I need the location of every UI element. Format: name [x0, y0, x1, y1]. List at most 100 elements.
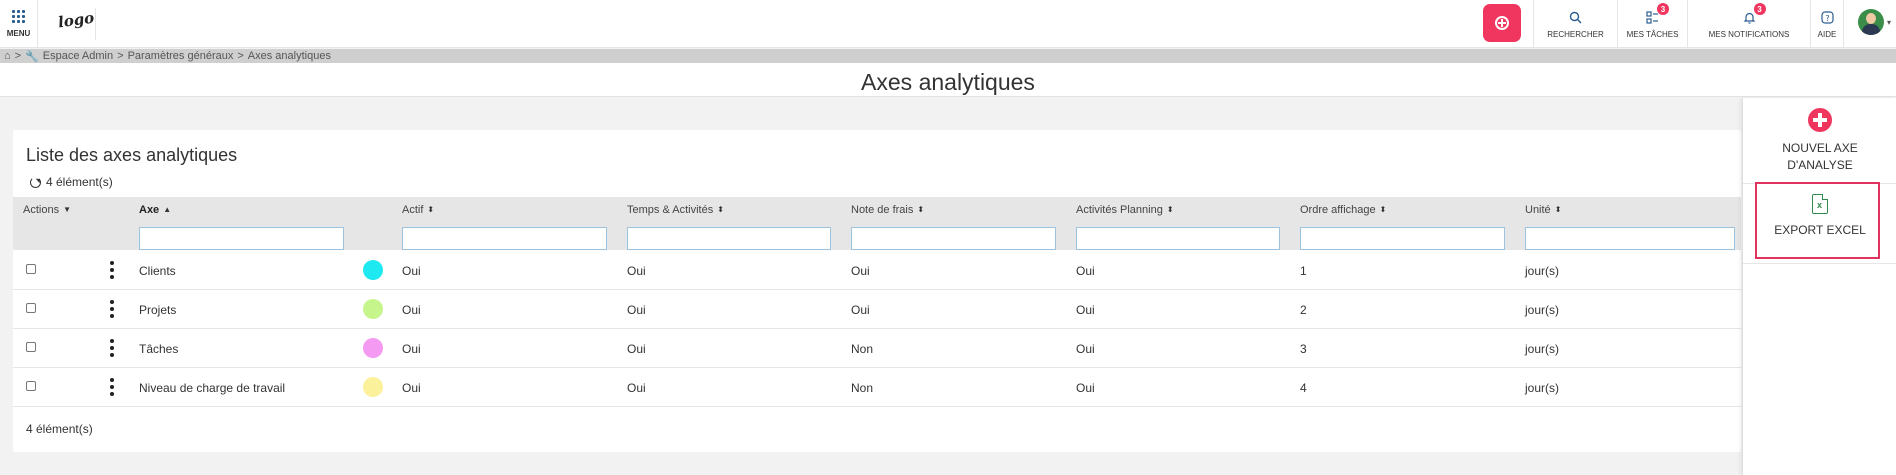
column-header-actif[interactable]: Actif ⬍ [402, 204, 434, 216]
top-bar: MENU logo RECHERCHER 3 MES TÂCHES 3 MES … [0, 0, 1896, 48]
divider [95, 8, 96, 40]
export-excel-label: EXPORT EXCEL [1774, 223, 1866, 237]
color-swatch [363, 377, 383, 397]
divider [1743, 263, 1896, 264]
avatar[interactable] [1858, 9, 1884, 35]
cell-axe: Niveau de charge de travail [139, 381, 286, 395]
home-icon[interactable]: ⌂ [4, 50, 11, 62]
column-header-axe[interactable]: Axe ▲ [139, 204, 171, 216]
plus-circle-icon [1808, 108, 1832, 132]
list-card: Liste des axes analytiques 4 élément(s) … [13, 130, 1741, 452]
new-axis-label: NOUVEL AXE D'ANALYSE [1782, 141, 1858, 172]
list-title: Liste des axes analytiques [26, 145, 238, 165]
cell-actif: Oui [402, 264, 421, 278]
color-swatch [363, 338, 383, 358]
table-row: Tâches Oui Oui Non Oui 3 jour(s) [13, 329, 1741, 368]
breadcrumb-item-admin[interactable]: Espace Admin [43, 50, 113, 62]
breadcrumb: ⌂ > 🔧 Espace Admin > Paramètres généraux… [0, 49, 1896, 63]
kebab-menu-icon[interactable] [109, 339, 115, 357]
my-notifications-button[interactable]: 3 MES NOTIFICATIONS [1687, 0, 1810, 48]
column-header-unite[interactable]: Unité ⬍ [1525, 204, 1561, 216]
title-band: Axes analytiques [0, 63, 1896, 97]
tasks-label: MES TÂCHES [1626, 30, 1679, 39]
column-header-frais[interactable]: Note de frais ⬍ [851, 204, 924, 216]
column-header-planning[interactable]: Activités Planning ⬍ [1076, 204, 1174, 216]
help-icon: ? [1820, 9, 1834, 25]
color-swatch [363, 260, 383, 280]
search-button[interactable]: RECHERCHER [1533, 0, 1617, 48]
column-header-temps[interactable]: Temps & Activités ⬍ [627, 204, 724, 216]
breadcrumb-item-current: Axes analytiques [247, 50, 331, 62]
table-header: Actions ▼ Axe ▲ Actif ⬍ Temps & Activités ⬍ … [13, 197, 1741, 250]
cell-temps: Oui [627, 264, 646, 278]
menu-button[interactable]: MENU [0, 0, 38, 48]
new-axis-button[interactable]: NOUVEL AXE D'ANALYSE [1743, 108, 1896, 174]
cell-planning: Oui [1076, 303, 1095, 317]
cell-planning: Oui [1076, 264, 1095, 278]
cell-planning: Oui [1076, 342, 1095, 356]
row-checkbox[interactable] [26, 303, 36, 313]
plus-circle-icon [1495, 16, 1509, 30]
cell-axe: Tâches [139, 342, 179, 356]
filter-unite-input[interactable] [1525, 227, 1735, 250]
sort-icon: ⬍ [427, 205, 435, 214]
tasks-icon: 3 [1646, 3, 1669, 25]
kebab-menu-icon[interactable] [109, 300, 115, 318]
breadcrumb-item-settings[interactable]: Paramètres généraux [128, 50, 234, 62]
filter-actif-input[interactable] [402, 227, 607, 250]
cell-actif: Oui [402, 303, 421, 317]
filter-ordre-input[interactable] [1300, 227, 1505, 250]
cell-axe: Clients [139, 264, 176, 278]
column-header-ordre[interactable]: Ordre affichage ⬍ [1300, 204, 1386, 216]
filter-temps-input[interactable] [627, 227, 831, 250]
cell-ordre: 3 [1300, 342, 1307, 356]
cell-actif: Oui [402, 381, 421, 395]
help-button[interactable]: ? AIDE [1810, 0, 1844, 48]
filter-axe-input[interactable] [139, 227, 344, 250]
cell-temps: Oui [627, 381, 646, 395]
cell-unite: jour(s) [1525, 342, 1560, 356]
refresh-button[interactable]: 4 élément(s) [30, 175, 113, 189]
column-header-actions[interactable]: Actions ▼ [23, 204, 71, 216]
sort-icon: ⬍ [917, 205, 925, 214]
kebab-menu-icon[interactable] [109, 261, 115, 279]
page-title: Axes analytiques [861, 69, 1035, 95]
wrench-icon: 🔧 [25, 50, 39, 63]
cell-axe: Projets [139, 303, 177, 317]
row-checkbox[interactable] [26, 342, 36, 352]
search-icon [1569, 9, 1582, 25]
svg-text:?: ? [1825, 14, 1829, 23]
sort-icon: ⬍ [1379, 205, 1387, 214]
search-label: RECHERCHER [1547, 30, 1604, 39]
cell-unite: jour(s) [1525, 381, 1560, 395]
row-checkbox[interactable] [26, 264, 36, 274]
cell-unite: jour(s) [1525, 264, 1560, 278]
actions-panel: NOUVEL AXE D'ANALYSE x EXPORT EXCEL [1742, 98, 1896, 475]
cell-planning: Oui [1076, 381, 1095, 395]
export-excel-button[interactable]: x EXPORT EXCEL [1743, 184, 1896, 239]
cell-unite: jour(s) [1525, 303, 1560, 317]
kebab-menu-icon[interactable] [109, 378, 115, 396]
my-tasks-button[interactable]: 3 MES TÂCHES [1617, 0, 1687, 48]
cell-ordre: 4 [1300, 381, 1307, 395]
table-row: Clients Oui Oui Oui Oui 1 jour(s) [13, 251, 1741, 290]
menu-label: MENU [6, 29, 31, 38]
chevron-down-icon[interactable]: ▾ [1887, 18, 1891, 27]
tasks-badge: 3 [1657, 3, 1669, 15]
notifications-label: MES NOTIFICATIONS [1708, 30, 1790, 39]
filter-planning-input[interactable] [1076, 227, 1280, 250]
help-label: AIDE [1817, 30, 1837, 39]
sort-asc-icon: ▲ [163, 205, 172, 214]
excel-file-icon: x [1812, 194, 1828, 214]
breadcrumb-separator: > [14, 50, 22, 62]
row-checkbox[interactable] [26, 381, 36, 391]
footer-item-count: 4 élément(s) [26, 422, 93, 436]
cell-temps: Oui [627, 303, 646, 317]
cell-ordre: 1 [1300, 264, 1307, 278]
quick-add-button[interactable] [1483, 4, 1521, 42]
cell-frais: Non [851, 342, 874, 356]
cell-frais: Oui [851, 303, 870, 317]
bell-icon: 3 [1743, 3, 1766, 25]
filter-frais-input[interactable] [851, 227, 1056, 250]
cell-frais: Oui [851, 264, 870, 278]
